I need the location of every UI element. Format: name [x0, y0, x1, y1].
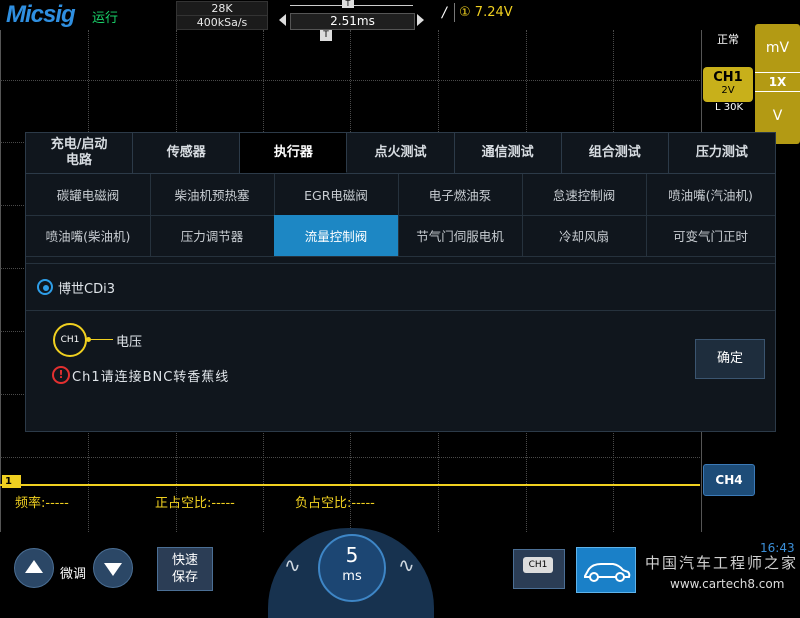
measurement-label: 正占空比:	[155, 496, 212, 511]
unit-mv[interactable]: mV	[755, 40, 800, 56]
measurement-frequency: 频率:-----	[15, 492, 69, 511]
fine-down-button[interactable]	[93, 548, 133, 588]
acquisition-mode[interactable]: 正常	[717, 31, 739, 47]
tab-charging-starting[interactable]: 充电/启动 电路	[26, 133, 134, 173]
arrow-up-icon	[25, 560, 43, 573]
item-canister-solenoid[interactable]: 碳罐电磁阀	[26, 174, 151, 216]
option-row: 博世CDi3	[26, 263, 775, 311]
run-state[interactable]: 运行	[92, 7, 118, 26]
timebase-knob[interactable]: 5 ms	[318, 534, 386, 602]
ch1-quick-button[interactable]: CH1	[513, 549, 565, 589]
item-throttle-servo-motor[interactable]: 节气门伺服电机	[398, 215, 523, 257]
signal-label: 电压	[116, 335, 143, 350]
actuator-test-dialog: 充电/启动 电路 传感器 执行器 点火测试 通信测试 组合测试 压力测试 碳罐电…	[25, 132, 776, 432]
tab-sensors[interactable]: 传感器	[133, 133, 241, 173]
category-tabs: 充电/启动 电路 传感器 执行器 点火测试 通信测试 组合测试 压力测试	[26, 133, 775, 174]
arrow-down-icon	[104, 563, 122, 576]
delay-right-arrow-icon[interactable]	[417, 14, 424, 26]
grid-line	[0, 457, 700, 458]
ch1-scale: 2V	[721, 85, 735, 96]
ch1-channel-button[interactable]: CH1 2V	[703, 67, 753, 102]
fine-tune-label[interactable]: 微调	[60, 563, 86, 582]
tab-communication-test[interactable]: 通信测试	[455, 133, 562, 173]
item-cooling-fan[interactable]: 冷却风扇	[522, 215, 647, 257]
grid-line	[0, 80, 700, 81]
item-injector-gasoline[interactable]: 喷油嘴(汽油机)	[646, 174, 775, 216]
watermark-url: www.cartech8.com	[670, 577, 785, 591]
trigger-position-marker[interactable]: T	[320, 30, 332, 41]
ch1-coupling: L 30K	[715, 102, 744, 113]
warning-icon: !	[52, 366, 70, 384]
sine-wave-icon[interactable]: ∿	[284, 553, 301, 577]
timebase-unit: ms	[342, 569, 362, 584]
probe-ratio[interactable]: 1X	[755, 72, 800, 92]
ch1-unit-panel[interactable]: mV 1X V	[755, 24, 800, 144]
trigger-source: ①	[459, 5, 471, 20]
tab-ignition-test[interactable]: 点火测试	[347, 133, 455, 173]
item-pressure-regulator[interactable]: 压力调节器	[150, 215, 275, 257]
measurement-positive-duty: 正占空比:-----	[155, 492, 235, 511]
item-flow-control-valve[interactable]: 流量控制阀	[274, 215, 399, 257]
measurement-label: 负占空比:	[295, 496, 352, 511]
item-variable-valve-timing[interactable]: 可变气门正时	[646, 215, 775, 257]
item-idle-control-valve[interactable]: 怠速控制阀	[522, 174, 647, 216]
option-label[interactable]: 博世CDi3	[58, 278, 115, 297]
radio-selected-dot	[43, 285, 49, 291]
timebase-value: 5	[345, 543, 359, 567]
ch1-offset-marker[interactable]: 1	[2, 475, 21, 488]
time-delay[interactable]: 2.51ms	[290, 13, 415, 30]
memory-depth[interactable]: 28K	[176, 1, 268, 16]
radio-button[interactable]	[37, 279, 53, 295]
tab-pressure-test[interactable]: 压力测试	[669, 133, 775, 173]
item-glow-plug[interactable]: 柴油机预热塞	[150, 174, 275, 216]
measurement-value: -----	[211, 496, 235, 511]
ch1-label: CH1	[713, 70, 743, 85]
timeline-trigger-marker: T	[342, 0, 354, 8]
rising-edge-icon[interactable]: /	[442, 5, 447, 21]
ch1-trace	[0, 484, 700, 486]
measurement-label: 频率:	[15, 496, 46, 511]
trigger-info[interactable]: ① 7.24V	[454, 3, 705, 22]
sine-wave-icon[interactable]: ∿	[398, 553, 415, 577]
item-electric-fuel-pump[interactable]: 电子燃油泵	[398, 174, 523, 216]
automotive-mode-button[interactable]	[576, 547, 636, 593]
car-icon	[584, 563, 631, 582]
ch4-channel-button[interactable]: CH4	[703, 464, 755, 496]
actuator-item-grid: 碳罐电磁阀 柴油机预热塞 EGR电磁阀 电子燃油泵 怠速控制阀 喷油嘴(汽油机)…	[26, 174, 775, 262]
watermark-text: 中国汽车工程师之家	[645, 554, 799, 572]
sample-rate[interactable]: 400kSa/s	[176, 15, 268, 30]
ch1-connection-badge: CH1	[53, 323, 87, 357]
tab-actuators[interactable]: 执行器	[240, 133, 348, 173]
brand-logo: Micsig	[6, 1, 76, 28]
confirm-button[interactable]: 确定	[695, 339, 765, 379]
warning-message: Ch1请连接BNC转香蕉线	[72, 370, 230, 385]
measurement-negative-duty: 负占空比:-----	[295, 492, 375, 511]
item-injector-diesel[interactable]: 喷油嘴(柴油机)	[26, 215, 151, 257]
delay-left-arrow-icon[interactable]	[279, 14, 286, 26]
measurement-value: -----	[351, 496, 375, 511]
connection-line	[87, 339, 113, 340]
item-egr-solenoid[interactable]: EGR电磁阀	[274, 174, 399, 216]
trigger-level: 7.24V	[474, 5, 513, 20]
tab-combination-test[interactable]: 组合测试	[562, 133, 669, 173]
ch1-chip-icon: CH1	[523, 557, 553, 573]
unit-v[interactable]: V	[755, 108, 800, 124]
fine-up-button[interactable]	[14, 548, 54, 588]
measurement-value: -----	[45, 496, 69, 511]
quick-save-button[interactable]: 快速 保存	[157, 547, 213, 591]
